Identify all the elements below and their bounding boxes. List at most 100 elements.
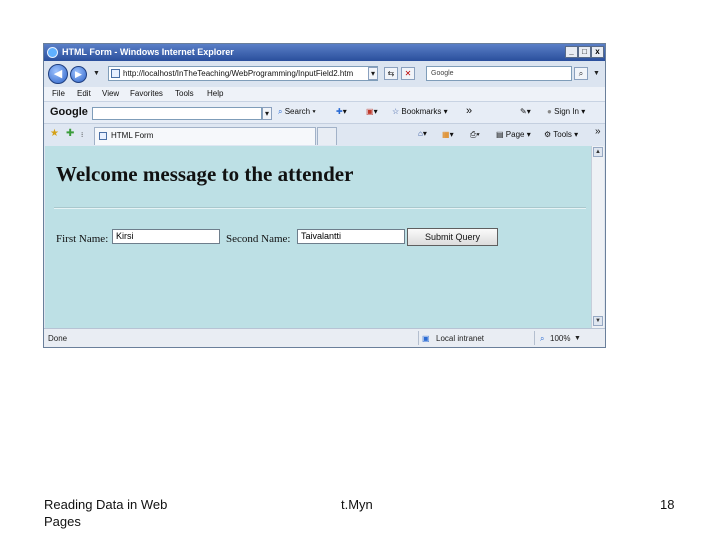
- stop-button[interactable]: ✕: [401, 67, 415, 80]
- command-bar-overflow[interactable]: »: [595, 126, 601, 137]
- browser-window: HTML Form - Windows Internet Explorer _ …: [43, 43, 606, 348]
- tab-html-form[interactable]: HTML Form: [94, 127, 316, 145]
- zoom-dropdown-icon[interactable]: ▼: [574, 335, 581, 342]
- tools-menu-button[interactable]: ⚙ Tools ▾: [544, 130, 578, 139]
- horizontal-rule: [54, 207, 586, 209]
- vertical-scrollbar[interactable]: ▲ ▼: [591, 146, 604, 328]
- chevron-down-icon: ▾: [312, 107, 316, 116]
- new-tab-button[interactable]: [317, 127, 337, 145]
- zoom-level[interactable]: 100%: [550, 334, 570, 343]
- search-button[interactable]: ⌕: [574, 67, 588, 80]
- google-plus-button[interactable]: ✚▾: [336, 107, 347, 116]
- history-dropdown-icon[interactable]: ▼: [93, 70, 100, 77]
- first-name-label: First Name:: [56, 233, 109, 245]
- gear-icon: ⚙: [544, 130, 552, 139]
- second-name-label: Second Name:: [226, 233, 291, 245]
- feeds-button[interactable]: ▦▾: [442, 130, 454, 139]
- bookmarks-button[interactable]: ☆ Bookmarks ▾: [392, 107, 448, 116]
- chevron-down-icon: ▾: [526, 107, 531, 116]
- bookmarks-label: Bookmarks: [401, 107, 442, 116]
- page-menu-button[interactable]: ▤ Page ▾: [496, 130, 531, 139]
- page-heading: Welcome message to the attender: [56, 162, 354, 186]
- search-placeholder: Google: [431, 70, 454, 77]
- back-button[interactable]: ◀: [48, 64, 68, 84]
- print-button[interactable]: ⎙▾: [470, 130, 480, 140]
- maximize-button[interactable]: □: [578, 46, 591, 58]
- scroll-up-button[interactable]: ▲: [593, 147, 603, 157]
- zoom-icon: ⌕: [540, 334, 545, 343]
- chevron-down-icon: ▾: [449, 130, 454, 139]
- chevron-down-icon: ▾: [422, 129, 427, 138]
- status-text: Done: [48, 334, 68, 343]
- puzzle-icon: ✚: [336, 107, 343, 116]
- home-button[interactable]: ⌂▾: [418, 129, 427, 138]
- second-name-value: Taivalantti: [301, 231, 342, 241]
- scroll-down-button[interactable]: ▼: [593, 316, 603, 326]
- add-favorites-icon[interactable]: ✚: [66, 128, 74, 139]
- menu-tools[interactable]: Tools: [175, 89, 194, 98]
- page-icon: ▤: [496, 130, 504, 139]
- arrow-up-icon: ▲: [595, 149, 601, 155]
- first-name-value: Kirsi: [116, 231, 134, 241]
- sign-in-button[interactable]: ● Sign In ▾: [547, 107, 585, 116]
- title-bar: HTML Form - Windows Internet Explorer _ …: [44, 44, 605, 61]
- page-icon: [111, 69, 120, 78]
- search-input[interactable]: Google: [426, 66, 572, 81]
- chevron-down-icon: ▾: [476, 130, 480, 139]
- footer-topic: Reading Data in Web Pages: [44, 496, 167, 530]
- page-content: Welcome message to the attender First Na…: [45, 146, 591, 328]
- tab-label: HTML Form: [111, 131, 154, 140]
- menu-edit[interactable]: Edit: [77, 89, 91, 98]
- google-search-button[interactable]: ⌕ Search ▾: [278, 107, 316, 117]
- menu-favorites[interactable]: Favorites: [130, 89, 163, 98]
- address-value: http://localhost/InTheTeaching/WebProgra…: [123, 69, 354, 78]
- chevron-down-icon: ▾: [443, 107, 448, 116]
- google-search-dropdown[interactable]: ▾: [262, 107, 272, 120]
- footer-author: t.Myn: [341, 497, 373, 512]
- favorites-star-icon[interactable]: ★: [50, 128, 59, 139]
- toolbar-overflow-button[interactable]: »: [466, 105, 472, 117]
- chevron-down-icon: ▾: [342, 107, 347, 116]
- submit-button[interactable]: Submit Query: [407, 228, 498, 246]
- arrow-left-icon: ◀: [53, 68, 63, 80]
- security-zone[interactable]: Local intranet: [436, 334, 484, 343]
- settings-wrench-button[interactable]: ✎▾: [520, 107, 531, 116]
- rss-feed-icon: ▦: [442, 130, 450, 139]
- google-search-input[interactable]: [92, 107, 262, 120]
- chevron-down-icon: ▾: [581, 107, 586, 116]
- first-name-input[interactable]: Kirsi: [112, 229, 220, 244]
- compatibility-icon: ⇆: [387, 69, 395, 78]
- chevron-down-icon: ▾: [373, 107, 378, 116]
- chevron-down-icon: ▾: [526, 130, 531, 139]
- footer-topic-line1: Reading Data in Web: [44, 497, 168, 512]
- slide-number: 18: [660, 497, 675, 512]
- tools-menu-label: Tools: [553, 130, 572, 139]
- second-name-input[interactable]: Taivalantti: [297, 229, 405, 244]
- menu-view[interactable]: View: [102, 89, 119, 98]
- close-button[interactable]: x: [591, 46, 604, 58]
- search-icon: ⌕: [578, 69, 584, 78]
- magnifier-icon: ⌕: [278, 107, 283, 116]
- chevron-down-icon: ▾: [264, 109, 269, 118]
- menu-help[interactable]: Help: [207, 89, 223, 98]
- page-menu-label: Page: [505, 130, 525, 139]
- tab-bar: ★ ✚ ⁝ HTML Form ⌂▾ ▦▾ ⎙▾ ▤ Page ▾ ⚙ Tool…: [44, 123, 605, 146]
- status-bar: Done ▣ Local intranet ⌕ 100% ▼: [44, 328, 605, 347]
- address-dropdown-button[interactable]: ▾: [368, 67, 378, 80]
- forward-button[interactable]: ▶: [70, 66, 87, 83]
- sign-in-label: Sign In: [554, 107, 579, 116]
- footer-topic-line2: Pages: [44, 514, 81, 529]
- arrow-right-icon: ▶: [75, 69, 82, 79]
- tab-list-icon[interactable]: ⁝: [81, 131, 83, 139]
- address-input[interactable]: http://localhost/InTheTeaching/WebProgra…: [108, 66, 378, 81]
- google-logo[interactable]: Google: [50, 106, 88, 118]
- menu-bar: File Edit View Favorites Tools Help: [44, 87, 605, 101]
- popup-blocker-button[interactable]: ▣▾: [366, 107, 378, 116]
- minimize-button[interactable]: _: [565, 46, 578, 58]
- google-search-label: Search: [284, 107, 311, 116]
- search-options-icon[interactable]: ▼: [593, 70, 600, 77]
- compatibility-button[interactable]: ⇆: [384, 67, 398, 80]
- menu-file[interactable]: File: [52, 89, 65, 98]
- window-title: HTML Form - Windows Internet Explorer: [62, 47, 234, 57]
- internet-explorer-icon: [47, 47, 58, 58]
